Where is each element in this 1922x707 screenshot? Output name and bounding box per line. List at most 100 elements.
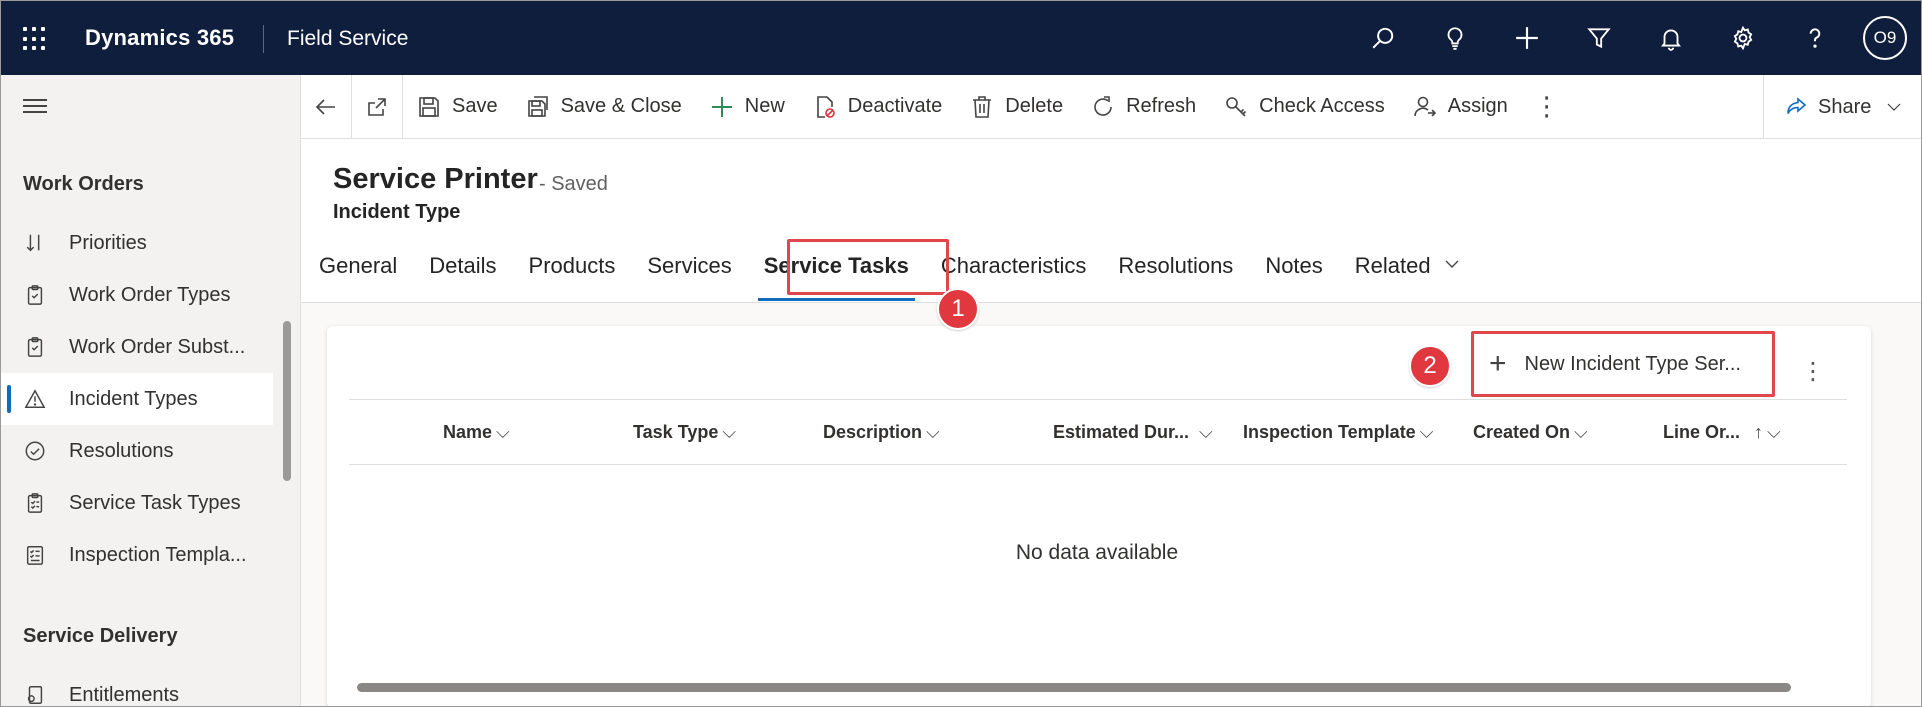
- form-header: Service Printer - Saved Incident Type Ge…: [301, 139, 1921, 303]
- tab-products[interactable]: Products: [511, 239, 630, 303]
- top-navigation-bar: Dynamics 365 Field Service O9: [1, 1, 1921, 75]
- deactivate-label: Deactivate: [847, 95, 943, 117]
- assign-button[interactable]: Assign: [1399, 75, 1522, 139]
- top-actions: O9: [1347, 1, 1921, 75]
- sidebar-item-priorities[interactable]: Priorities: [1, 217, 273, 269]
- form-tabs: General Details Products Services Servic…: [301, 239, 1475, 303]
- tab-service-tasks[interactable]: Service Tasks: [746, 239, 923, 303]
- sidebar-item-work-order-substatuses[interactable]: Work Order Subst...: [1, 321, 273, 373]
- tab-details[interactable]: Details: [411, 239, 510, 303]
- chevron-down-icon: ⌵: [722, 422, 737, 442]
- deactivate-icon: [816, 95, 835, 118]
- sort-icon: [23, 231, 47, 255]
- user-avatar[interactable]: O9: [1863, 16, 1907, 60]
- chevron-down-icon: ⌵: [496, 422, 510, 442]
- column-header-task-type[interactable]: Task Type ⌵: [633, 422, 736, 443]
- share-button[interactable]: Share: [1763, 75, 1921, 139]
- hamburger-menu-icon[interactable]: [23, 99, 47, 117]
- grid-header-row: Name ⌵ Task Type ⌵ Description ⌵ Estimated …: [349, 399, 1847, 465]
- chevron-down-icon: ⌵: [1199, 422, 1213, 442]
- check-circle-icon: [23, 439, 47, 463]
- column-header-inspection-template[interactable]: Inspection Template ⌵: [1243, 422, 1433, 443]
- grid-horizontal-scrollbar[interactable]: [357, 683, 1791, 692]
- plus-icon: +: [1489, 347, 1507, 380]
- entity-name: Incident Type: [333, 201, 461, 223]
- save-status: - Saved: [539, 173, 608, 195]
- new-label: New: [744, 95, 785, 117]
- chevron-down-icon: [1887, 103, 1901, 111]
- open-in-new-window-button[interactable]: [352, 75, 402, 139]
- person-assign-icon: [1413, 96, 1436, 117]
- clipboard-icon: [23, 335, 47, 359]
- sort-ascending-icon: ↑: [1754, 422, 1764, 442]
- save-and-close-label: Save & Close: [560, 95, 682, 117]
- sidebar-item-label: Work Order Subst...: [69, 335, 246, 358]
- plus-icon[interactable]: [1491, 1, 1563, 75]
- help-icon[interactable]: [1779, 1, 1851, 75]
- entitlement-icon: [23, 683, 47, 706]
- column-header-estimated-duration[interactable]: Estimated Dur... ⌵: [1053, 422, 1213, 443]
- subgrid-more-icon[interactable]: ⋮: [1801, 357, 1825, 386]
- tab-general[interactable]: General: [301, 239, 411, 303]
- new-button[interactable]: New: [696, 75, 799, 139]
- column-label: Task Type: [633, 422, 719, 442]
- chevron-down-icon: ⌵: [1419, 422, 1434, 442]
- save-label: Save: [452, 95, 498, 117]
- column-label: Inspection Template: [1243, 422, 1416, 442]
- app-window: Dynamics 365 Field Service O9 Work Order…: [0, 0, 1922, 707]
- sidebar-item-label: Entitlements: [69, 683, 180, 706]
- popout-icon: [368, 97, 386, 116]
- sidebar-item-service-task-types[interactable]: Service Task Types: [1, 477, 273, 529]
- tab-services[interactable]: Services: [629, 239, 745, 303]
- brand-title[interactable]: Dynamics 365: [85, 25, 234, 51]
- column-label: Description: [823, 422, 923, 442]
- filter-icon[interactable]: [1563, 1, 1635, 75]
- delete-button[interactable]: Delete: [956, 75, 1077, 139]
- command-bar: Save Save & Close New Deactivate Delete …: [301, 74, 1921, 139]
- tab-related[interactable]: Related: [1337, 239, 1475, 303]
- sidebar-item-work-order-types[interactable]: Work Order Types: [1, 269, 273, 321]
- sidebar-scrollbar[interactable]: [283, 321, 291, 481]
- column-header-name[interactable]: Name ⌵: [443, 422, 510, 443]
- empty-grid-message: No data available: [1015, 541, 1179, 564]
- new-incident-type-service-task-button[interactable]: + New Incident Type Ser...: [1477, 334, 1771, 394]
- gear-icon[interactable]: [1707, 1, 1779, 75]
- sidebar-item-label: Service Task Types: [69, 491, 241, 514]
- lightbulb-icon[interactable]: [1419, 1, 1491, 75]
- tab-resolutions[interactable]: Resolutions: [1100, 239, 1247, 303]
- assign-label: Assign: [1447, 95, 1508, 117]
- clipboard-icon: [23, 283, 47, 307]
- refresh-label: Refresh: [1126, 95, 1197, 117]
- check-access-label: Check Access: [1259, 95, 1385, 117]
- new-plus-icon: [711, 96, 732, 117]
- search-icon[interactable]: [1347, 1, 1419, 75]
- column-label: Created On: [1473, 422, 1571, 442]
- bell-icon[interactable]: [1635, 1, 1707, 75]
- column-header-created-on[interactable]: Created On ⌵: [1473, 422, 1588, 443]
- sidebar-item-resolutions[interactable]: Resolutions: [1, 425, 273, 477]
- chevron-down-icon: ⌵: [1574, 422, 1588, 442]
- app-launcher-icon[interactable]: [23, 27, 47, 51]
- save-button[interactable]: Save: [403, 75, 512, 139]
- chevron-down-icon: ⌵: [926, 422, 940, 442]
- save-and-close-button[interactable]: Save & Close: [512, 75, 696, 139]
- save-icon: [419, 96, 439, 117]
- sidebar-item-incident-types[interactable]: Incident Types: [1, 373, 273, 425]
- share-label: Share: [1818, 95, 1872, 118]
- check-access-button[interactable]: Check Access: [1210, 75, 1399, 139]
- refresh-button[interactable]: Refresh: [1077, 75, 1210, 139]
- column-header-line-order[interactable]: Line Or... ↑ ⌵: [1663, 422, 1781, 443]
- tab-notes[interactable]: Notes: [1247, 239, 1336, 303]
- warning-icon: [23, 387, 47, 411]
- column-header-description[interactable]: Description ⌵: [823, 422, 940, 443]
- delete-label: Delete: [1005, 95, 1064, 117]
- deactivate-button[interactable]: Deactivate: [799, 75, 957, 139]
- app-name[interactable]: Field Service: [287, 27, 408, 51]
- more-commands-icon[interactable]: ⋮: [1522, 75, 1572, 139]
- tab-label: Service Tasks: [763, 253, 909, 278]
- site-map-sidebar: Work Orders Priorities Work Order Types …: [1, 75, 301, 706]
- column-label: Estimated Dur...: [1053, 422, 1190, 442]
- sidebar-item-entitlements[interactable]: Entitlements: [1, 669, 273, 706]
- back-button[interactable]: [301, 75, 351, 139]
- brand-divider: [263, 25, 264, 53]
